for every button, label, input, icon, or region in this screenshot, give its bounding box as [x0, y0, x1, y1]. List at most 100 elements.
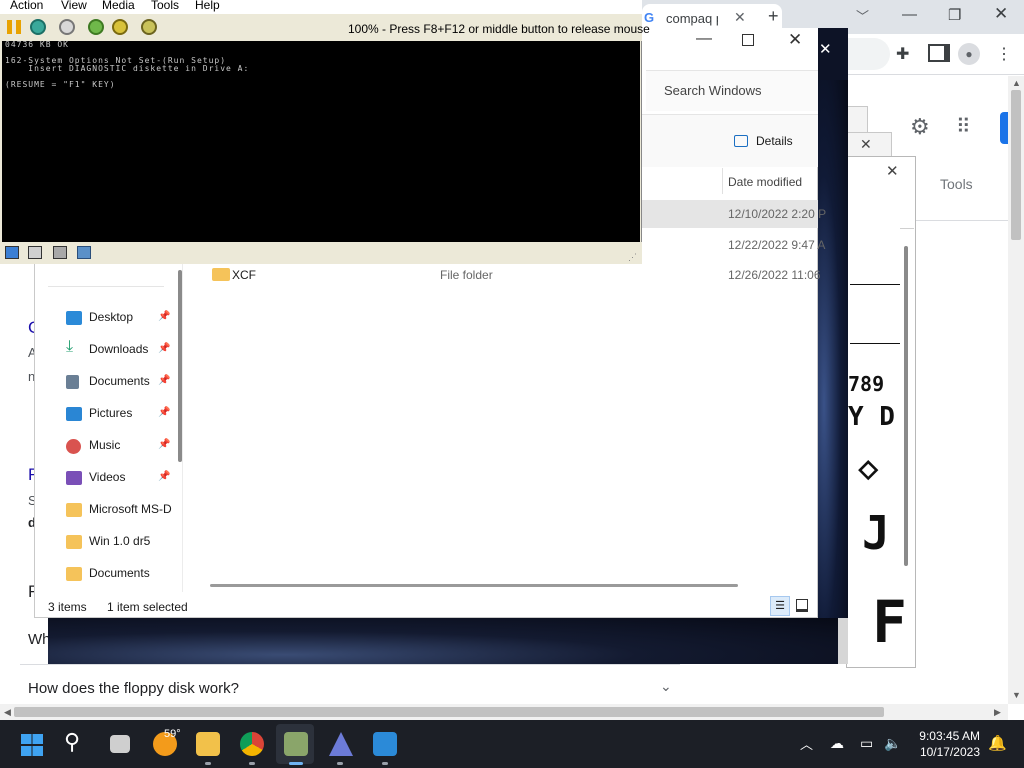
notification-bell-icon[interactable]: 🔔	[988, 734, 1007, 752]
item-count-label: 3 items	[48, 600, 87, 614]
nav-item-videos[interactable]: Videos 📌	[48, 464, 178, 492]
nav-item-label: Win 1.0 dr5	[89, 534, 151, 548]
file-date-cell: 12/22/2022 9:47 A	[728, 238, 826, 252]
search-tools-tab[interactable]: Tools	[940, 176, 973, 192]
google-apps-grid-icon[interactable]: ⠿	[956, 114, 971, 139]
nav-item-pictures[interactable]: Pictures 📌	[48, 400, 178, 428]
side-panel-icon[interactable]	[928, 44, 950, 62]
menu-tools[interactable]: Tools	[151, 0, 179, 12]
explorer-close-button[interactable]: ✕	[788, 30, 802, 50]
nav-item-music[interactable]: Music 📌	[48, 432, 178, 460]
scroll-left-arrow-icon[interactable]: ◀	[4, 707, 11, 718]
chrome-menu-kebab-icon[interactable]: ⋮	[996, 44, 1012, 64]
profile-avatar-icon[interactable]: ●	[958, 43, 980, 65]
desktop-wallpaper-fragment	[818, 80, 848, 620]
explorer-maximize-button[interactable]	[742, 34, 754, 46]
reset-icon[interactable]	[30, 19, 46, 35]
file-name-cell[interactable]: XCF	[232, 268, 256, 282]
sound-icon[interactable]	[77, 246, 91, 259]
details-pane-button[interactable]: Details	[756, 134, 793, 148]
file-type-cell: File folder	[440, 268, 493, 282]
scroll-up-arrow-icon[interactable]: ▲	[1012, 78, 1021, 88]
close-icon[interactable]: ✕	[860, 136, 872, 153]
file-date-cell: 12/26/2022 11:06	[728, 268, 821, 282]
virtual-pc-icon[interactable]	[284, 732, 308, 756]
font-viewer-scrollbar[interactable]	[904, 246, 908, 566]
scroll-down-arrow-icon[interactable]: ▼	[1012, 690, 1021, 700]
pin-icon: 📌	[158, 343, 171, 354]
tab-search-chevron-icon[interactable]: ﹀	[856, 6, 869, 25]
file-date-cell: 12/10/2022 2:20 P	[728, 207, 827, 221]
menu-action[interactable]: Action	[10, 0, 43, 12]
nav-item-documents-folder[interactable]: Documents	[48, 560, 178, 588]
network-adapter-icon[interactable]	[53, 246, 67, 259]
clock-time[interactable]: 9:03:45 AM	[914, 729, 980, 743]
details-view-button[interactable]: ☰	[770, 596, 790, 616]
nav-pane-scrollbar[interactable]	[178, 270, 182, 462]
nav-item-documents[interactable]: Documents 📌	[48, 368, 178, 396]
chrome-tab-close-icon[interactable]: ✕	[734, 9, 746, 26]
font-viewer-close-button[interactable]: ✕	[886, 162, 899, 180]
network-icon[interactable]: ▭	[860, 735, 873, 752]
scroll-right-arrow-icon[interactable]: ▶	[994, 707, 1001, 718]
menu-help[interactable]: Help	[195, 0, 220, 12]
details-pane-icon	[734, 135, 748, 147]
pause-icon[interactable]	[7, 20, 21, 34]
clock-date[interactable]: 10/17/2023	[914, 745, 980, 759]
extensions-puzzle-icon[interactable]: ✚	[896, 44, 909, 64]
vpc-status-bar	[0, 242, 642, 264]
search-placeholder: Search Windows	[664, 83, 762, 98]
file-list-horizontal-scrollbar[interactable]	[210, 584, 738, 587]
show-hidden-icons-chevron-icon[interactable]: ︿	[800, 734, 813, 753]
onedrive-icon[interactable]: ☁	[830, 735, 844, 752]
new-tab-button[interactable]: +	[768, 6, 779, 27]
search-tabs-underline	[916, 220, 1010, 221]
download-icon: ⤓	[66, 338, 74, 355]
folder-icon	[66, 535, 82, 549]
dos-screen-line: 04736 KB OK	[5, 40, 69, 49]
nav-item-win-1-0-dr5[interactable]: Win 1.0 dr5	[48, 528, 178, 556]
nav-item-microsoft-ms-dos[interactable]: Microsoft MS-D	[48, 496, 178, 524]
videos-icon	[66, 471, 82, 485]
usb-icon[interactable]	[141, 19, 157, 35]
menu-media[interactable]: Media	[102, 0, 135, 12]
search-icon[interactable]: ⚲	[64, 729, 80, 755]
chrome-tab-title: compaq p	[666, 11, 718, 26]
folder-icon	[212, 268, 230, 281]
explorer-minimize-button[interactable]: —	[696, 30, 712, 48]
power-icon[interactable]	[59, 19, 75, 35]
font-sample-glyph: J	[862, 506, 890, 560]
file-explorer-icon[interactable]	[196, 732, 220, 756]
chevron-down-icon[interactable]: ⌄	[660, 678, 672, 695]
chrome-vertical-scroll-thumb[interactable]	[1011, 90, 1021, 240]
chrome-horizontal-scroll-thumb[interactable]	[14, 707, 884, 717]
preview-rule	[850, 343, 900, 344]
chrome-maximize-button[interactable]: ❐	[948, 6, 961, 24]
close-icon[interactable]: ✕	[819, 40, 832, 58]
ctrl-alt-del-icon[interactable]	[88, 19, 104, 35]
start-icon-divider	[21, 744, 43, 746]
app-icon[interactable]	[329, 732, 353, 756]
chrome-icon[interactable]	[240, 732, 264, 756]
chrome-minimize-button[interactable]: —	[902, 6, 917, 23]
full-screen-icon[interactable]	[112, 19, 128, 35]
task-view-icon[interactable]	[110, 735, 130, 753]
large-icons-view-button[interactable]	[796, 599, 808, 612]
faq-question[interactable]: How does the floppy disk work?	[28, 680, 239, 697]
nav-item-downloads[interactable]: ⤓ Downloads 📌	[48, 336, 178, 364]
photos-icon[interactable]	[373, 732, 397, 756]
cd-drive-icon[interactable]	[28, 246, 42, 259]
nav-item-desktop[interactable]: Desktop 📌	[48, 304, 178, 332]
chrome-close-button[interactable]: ✕	[994, 4, 1008, 24]
floppy-disk-icon[interactable]	[5, 246, 19, 259]
menu-view[interactable]: View	[61, 0, 87, 12]
dos-screen-line: (RESUME = "F1" KEY)	[5, 80, 116, 89]
running-indicator	[382, 762, 388, 765]
running-indicator	[337, 762, 343, 765]
volume-icon[interactable]: 🔈	[884, 735, 901, 752]
dos-screen-line: Insert DIAGNOSTIC diskette in Drive A:	[5, 64, 250, 73]
settings-gear-icon[interactable]: ⚙	[910, 114, 930, 140]
nav-pane-separator	[182, 262, 183, 592]
resize-grip-icon[interactable]: ⋰	[628, 252, 637, 263]
pin-icon: 📌	[158, 311, 171, 322]
